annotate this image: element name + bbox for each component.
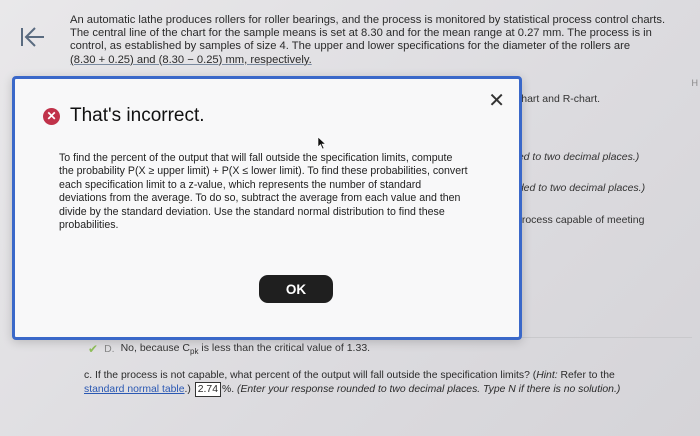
standard-normal-table-link[interactable]: standard normal table: [84, 384, 185, 395]
dialog-message: To find the percent of the output that w…: [59, 152, 468, 232]
problem-line-1: An automatic lathe produces rollers for …: [70, 14, 666, 26]
dialog-header: ✕ That's incorrect.: [43, 105, 205, 127]
instruction-text: (Enter your response rounded to two deci…: [237, 384, 621, 395]
page: An automatic lathe produces rollers for …: [0, 0, 700, 436]
question-c: c. If the process is not capable, what p…: [84, 370, 621, 397]
question-c-hint-text: Refer to the: [557, 370, 615, 381]
ok-button[interactable]: OK: [259, 275, 333, 303]
check-icon: ✔: [88, 342, 99, 357]
partial-text-rounded-2: nded to two decimal places.): [512, 182, 646, 194]
close-icon[interactable]: ✕: [488, 91, 505, 111]
problem-line-4: (8.30 + 0.25) and (8.30 − 0.25) mm, resp…: [70, 53, 312, 66]
option-d[interactable]: ✔ D. No, because Cpk is less than the cr…: [88, 342, 370, 356]
option-d-text: No, because Cpk is less than the critica…: [120, 342, 371, 357]
partial-text-charts: chart and R-chart.: [516, 93, 601, 105]
problem-line-2: The central line of the chart for the sa…: [70, 27, 652, 40]
problem-statement: An automatic lathe produces rollers for …: [70, 14, 694, 67]
back-arrow-icon[interactable]: [18, 22, 50, 52]
edge-fragment: H: [691, 78, 699, 88]
feedback-dialog: ✕ That's incorrect. ✕ To find the percen…: [12, 76, 522, 340]
answer-input[interactable]: 2.74: [194, 382, 221, 397]
partial-text-rounded-1: ded to two decimal places.): [512, 151, 640, 163]
mouse-pointer-icon: [317, 136, 327, 150]
problem-line-3: control, as established by samples of si…: [70, 40, 631, 53]
option-d-letter: D.: [104, 343, 115, 356]
question-c-hint-label: Hint:: [536, 370, 558, 381]
question-c-prefix: c. If the process is not capable, what p…: [84, 370, 537, 381]
dialog-title: That's incorrect.: [70, 105, 205, 126]
partial-text-capable: process capable of meeting: [516, 214, 645, 226]
error-icon: ✕: [43, 107, 60, 125]
